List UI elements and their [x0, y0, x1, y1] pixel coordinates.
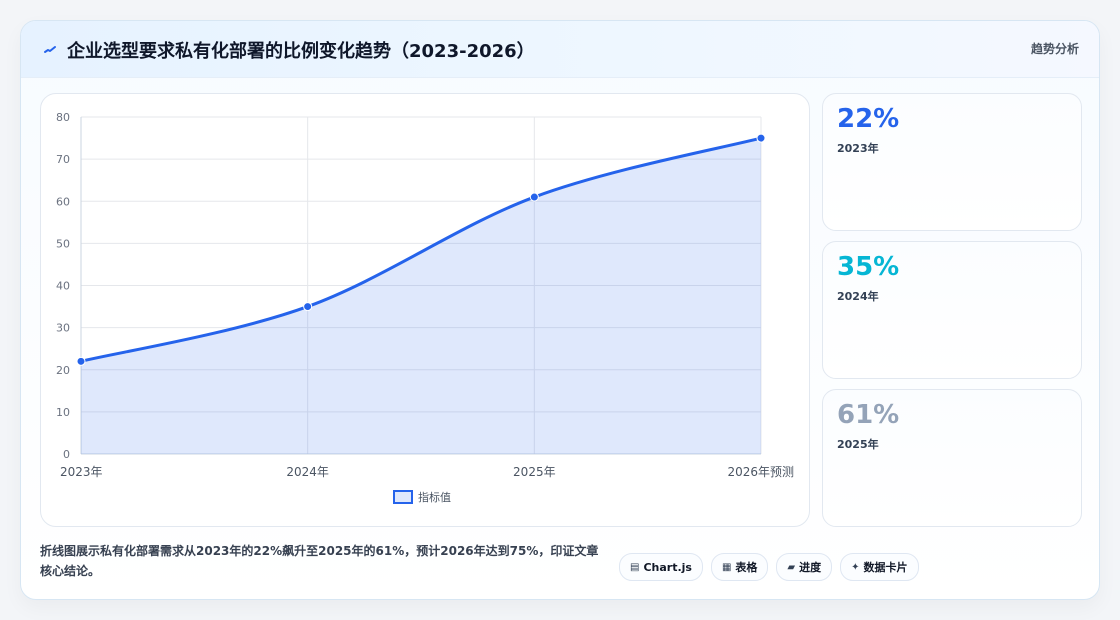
x-tick-label: 2023年 [60, 465, 103, 479]
spark-icon: ✦ [851, 561, 860, 573]
line-chart-panel: 0 10 20 30 40 50 60 70 80 2023年 2024年 2025年 2026年预测指… [40, 93, 810, 527]
dashboard-card: 企业选型要求私有化部署的比例变化趋势（2023-2026） 趋势分析 0 10 20… [20, 20, 1100, 600]
header-bar: 企业选型要求私有化部署的比例变化趋势（2023-2026） 趋势分析 [21, 21, 1099, 78]
data-point [529, 192, 539, 202]
x-tick-label: 2026年预测 [727, 465, 794, 479]
y-tick-label: 70 [56, 153, 70, 166]
legend-label: 指标值 [418, 490, 451, 504]
data-point [76, 356, 86, 366]
tag-chartjs[interactable]: ▤ Chart.js [619, 553, 703, 581]
data-point [303, 302, 313, 312]
kpi-card-2025: 61% 2025年 [822, 389, 1082, 527]
y-tick-label: 30 [56, 322, 70, 335]
tag-label: Chart.js [643, 560, 692, 574]
y-tick-label: 80 [56, 111, 70, 124]
progress-icon: ▰ [787, 561, 796, 573]
page-title: 企业选型要求私有化部署的比例变化趋势（2023-2026） [67, 41, 535, 62]
chart-icon: ▤ [630, 561, 640, 573]
series-area [81, 138, 761, 454]
kpi-value: 35% [837, 252, 900, 282]
y-tick-label: 0 [63, 448, 70, 461]
kpi-value: 22% [837, 104, 900, 134]
y-tick-label: 50 [56, 237, 70, 250]
tag-label: 表格 [735, 561, 758, 574]
tag-label: 数据卡片 [863, 561, 908, 574]
x-tick-label: 2024年 [286, 465, 329, 479]
tag-data-card[interactable]: ✦ 数据卡片 [840, 553, 919, 581]
y-tick-label: 10 [56, 406, 70, 419]
kpi-card-2023: 22% 2023年 [822, 93, 1082, 231]
tag-list: ▤ Chart.js ▦ 表格 ▰ 进度 ✦ 数据卡片 [619, 553, 919, 581]
kpi-card-2024: 35% 2024年 [822, 241, 1082, 379]
trend-analysis-link[interactable]: 趋势分析 [1031, 40, 1079, 57]
y-tick-label: 20 [56, 364, 70, 377]
title-wrap: 企业选型要求私有化部署的比例变化趋势（2023-2026） [43, 37, 535, 63]
chart-caption: 折线图展示私有化部署需求从2023年的22%飙升至2025年的61%，预计202… [40, 544, 599, 578]
table-icon: ▦ [721, 561, 732, 573]
y-tick-label: 40 [56, 280, 70, 293]
tag-progress[interactable]: ▰ 进度 [776, 553, 833, 581]
data-point [756, 133, 766, 143]
tag-table[interactable]: ▦ 表格 [710, 553, 769, 581]
kpi-label: 2025年 [837, 438, 879, 451]
kpi-value: 61% [837, 400, 900, 430]
tag-label: 进度 [799, 561, 822, 574]
kpi-label: 2023年 [837, 142, 879, 155]
legend-swatch [393, 490, 413, 504]
x-tick-label: 2025年 [513, 465, 556, 479]
kpi-label: 2024年 [837, 290, 879, 303]
y-tick-label: 60 [56, 195, 70, 208]
line-chart: 0 10 20 30 40 50 60 70 80 2023年 2024年 2025年 2026年预测指… [56, 111, 794, 504]
spark-line-icon [44, 46, 56, 53]
